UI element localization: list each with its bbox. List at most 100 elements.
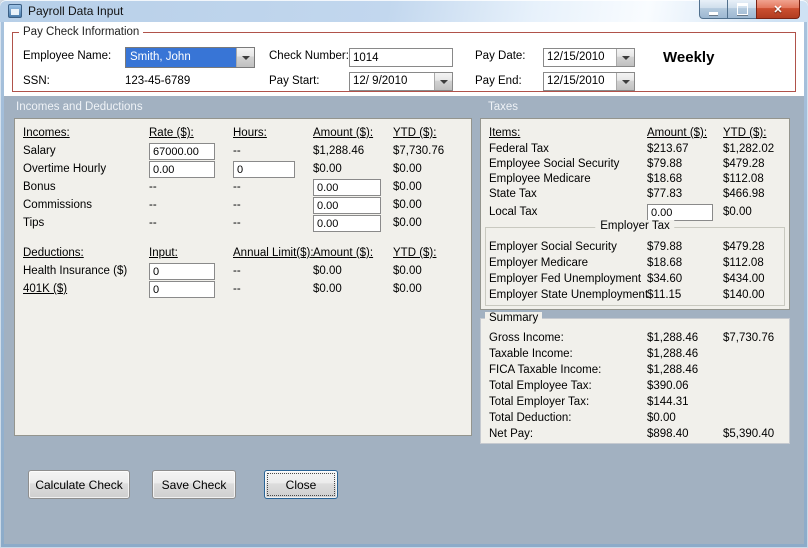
employer-fed-unemployment-row: Employer Fed Unemployment $34.60 $434.00 [481, 273, 789, 289]
annual-limit-column-header: Annual Limit($): [233, 247, 314, 259]
employee-name-combobox[interactable]: Smith, John [125, 47, 255, 68]
maximize-button[interactable] [728, 0, 756, 19]
check-number-input[interactable] [349, 48, 453, 67]
deductions-header-row: Deductions: Input: Annual Limit($): Amou… [15, 247, 471, 263]
taxable-income-amount: $1,288.46 [647, 348, 699, 360]
salary-label: Salary [23, 145, 56, 157]
total-deduction-amount: $0.00 [647, 412, 676, 424]
pay-date-picker[interactable]: 12/15/2010 [543, 48, 635, 67]
pay-end-dropdown-button[interactable] [616, 73, 634, 90]
employee-ss-amount: $79.88 [647, 158, 683, 170]
gross-income-amount: $1,288.46 [647, 332, 699, 344]
tips-amount-input[interactable] [313, 215, 381, 232]
employer-ss-amount: $79.88 [647, 241, 683, 253]
health-insurance-input[interactable] [149, 263, 215, 280]
tips-hours-value: -- [233, 217, 241, 229]
paycheck-info-group: Pay Check Information Employee Name: Smi… [12, 26, 796, 92]
fica-taxable-income-row: FICA Taxable Income: $1,288.46 [481, 364, 789, 380]
tax-ytd-column-header: YTD ($): [723, 127, 767, 139]
pay-start-label: Pay Start: [269, 75, 320, 87]
employee-name-dropdown-button[interactable] [236, 48, 254, 67]
pay-date-value: 12/15/2010 [547, 51, 605, 63]
chevron-down-icon [439, 79, 448, 88]
taxable-income-row: Taxable Income: $1,288.46 [481, 348, 789, 364]
employee-name-label: Employee Name: [23, 50, 112, 62]
overtime-rate-input[interactable] [149, 161, 215, 178]
net-pay-label: Net Pay: [489, 428, 534, 440]
bonus-amount-input[interactable] [313, 179, 381, 196]
hours-column-header: Hours: [233, 127, 267, 139]
employer-fed-unemployment-amount: $34.60 [647, 273, 683, 285]
tips-ytd-value: $0.00 [393, 217, 422, 229]
deductions-column-header: Deductions: [23, 247, 84, 259]
employer-state-unemployment-label: Employer State Unemployment [489, 289, 649, 301]
fica-taxable-income-amount: $1,288.46 [647, 364, 699, 376]
salary-rate-input[interactable] [149, 143, 215, 160]
chevron-down-icon [621, 55, 630, 64]
pay-start-picker[interactable]: 12/ 9/2010 [349, 72, 453, 91]
window-title: Payroll Data Input [28, 4, 124, 18]
bonus-row: Bonus -- -- $0.00 [15, 181, 471, 197]
local-tax-input[interactable] [647, 204, 713, 221]
overtime-amount-value: $0.00 [313, 163, 342, 175]
incomes-header-row: Incomes: Rate ($): Hours: Amount ($): YT… [15, 127, 471, 143]
health-insurance-amount-value: $0.00 [313, 265, 342, 277]
commissions-ytd-value: $0.00 [393, 199, 422, 211]
titlebar[interactable]: Payroll Data Input ✕ [0, 0, 808, 22]
401k-input[interactable] [149, 281, 215, 298]
section-header-incomes-deductions: Incomes and Deductions [16, 101, 143, 113]
health-insurance-row: Health Insurance ($) -- $0.00 $0.00 [15, 265, 471, 281]
employer-medicare-ytd: $112.08 [723, 257, 764, 269]
total-deduction-row: Total Deduction: $0.00 [481, 412, 789, 428]
employer-state-unemployment-ytd: $140.00 [723, 289, 765, 301]
total-employee-tax-row: Total Employee Tax: $390.06 [481, 380, 789, 396]
bonus-ytd-value: $0.00 [393, 181, 422, 193]
employer-medicare-amount: $18.68 [647, 257, 683, 269]
employer-ss-ytd: $479.28 [723, 241, 765, 253]
employee-medicare-label: Employee Medicare [489, 173, 591, 185]
gross-income-ytd: $7,730.76 [723, 332, 775, 344]
federal-tax-label: Federal Tax [489, 143, 549, 155]
salary-amount-value: $1,288.46 [313, 145, 365, 157]
pay-end-picker[interactable]: 12/15/2010 [543, 72, 635, 91]
rate-column-header: Rate ($): [149, 127, 194, 139]
incomes-column-header: Incomes: [23, 127, 70, 139]
employee-medicare-row: Employee Medicare $18.68 $112.08 [481, 173, 789, 189]
health-insurance-label: Health Insurance ($) [23, 265, 128, 277]
401k-link[interactable]: 401K ($) [23, 283, 67, 295]
summary-group: Summary Gross Income: $1,288.46 $7,730.7… [480, 312, 790, 444]
federal-tax-row: Federal Tax $213.67 $1,282.02 [481, 143, 789, 159]
commissions-amount-input[interactable] [313, 197, 381, 214]
employer-fed-unemployment-ytd: $434.00 [723, 273, 765, 285]
save-check-button[interactable]: Save Check [152, 470, 236, 499]
form-client-area: Pay Check Information Employee Name: Smi… [4, 22, 804, 544]
tips-rate-value: -- [149, 217, 157, 229]
401k-amount-value: $0.00 [313, 283, 342, 295]
summary-group-label: Summary [485, 312, 543, 324]
employer-ss-row: Employer Social Security $79.88 $479.28 [481, 241, 789, 257]
overtime-label: Overtime Hourly [23, 163, 107, 175]
minimize-icon [709, 11, 718, 15]
calculate-check-button[interactable]: Calculate Check [28, 470, 130, 499]
federal-tax-amount: $213.67 [647, 143, 689, 155]
pay-date-dropdown-button[interactable] [616, 49, 634, 66]
fica-taxable-income-label: FICA Taxable Income: [489, 364, 602, 376]
overtime-hours-input[interactable] [233, 161, 295, 178]
employee-ss-row: Employee Social Security $79.88 $479.28 [481, 158, 789, 174]
minimize-button[interactable] [699, 0, 728, 19]
close-window-button[interactable]: ✕ [756, 0, 800, 19]
pay-end-value: 12/15/2010 [547, 75, 605, 87]
employer-medicare-row: Employer Medicare $18.68 $112.08 [481, 257, 789, 273]
federal-tax-ytd: $1,282.02 [723, 143, 775, 155]
salary-ytd-value: $7,730.76 [393, 145, 445, 157]
pay-end-label: Pay End: [475, 75, 522, 87]
app-icon [8, 4, 22, 18]
commissions-row: Commissions -- -- $0.00 [15, 199, 471, 215]
close-button[interactable]: Close [264, 470, 338, 499]
employer-tax-group-label: Employer Tax [595, 220, 675, 232]
employee-medicare-amount: $18.68 [647, 173, 683, 185]
pay-start-dropdown-button[interactable] [434, 73, 452, 90]
pay-start-value: 12/ 9/2010 [353, 75, 408, 87]
health-insurance-limit-value: -- [233, 265, 241, 277]
health-insurance-ytd-value: $0.00 [393, 265, 422, 277]
